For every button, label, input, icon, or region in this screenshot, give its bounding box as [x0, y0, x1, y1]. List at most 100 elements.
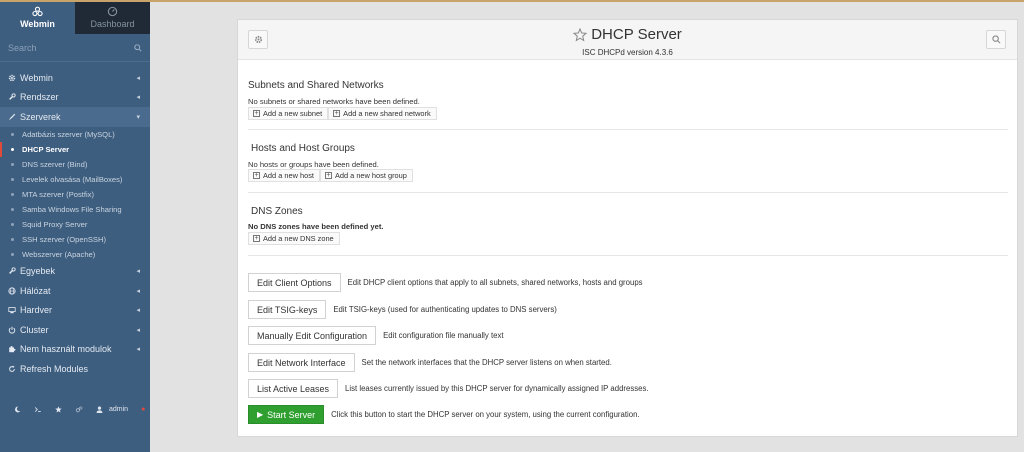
caret-left-icon: ◂: [136, 326, 140, 334]
search-icon[interactable]: [134, 43, 142, 52]
wrench-icon: [8, 93, 20, 101]
plus-icon: +: [253, 172, 260, 179]
add-subnet-link[interactable]: + Add a new subnet: [248, 107, 329, 120]
manually-edit-configuration-button[interactable]: Manually Edit Configuration: [248, 326, 377, 345]
start-server-label: Start Server: [267, 409, 316, 420]
tab-dashboard-label: Dashboard: [90, 19, 135, 29]
sidebar-item-label: Rendszer: [20, 92, 59, 103]
dns-links: + Add a new DNS zone: [248, 232, 1008, 245]
webmin-logo-icon: [32, 6, 43, 17]
sidebar-item-label: Szerverek: [20, 111, 61, 122]
sidebar-tabs: Webmin Dashboard: [0, 2, 150, 34]
favorite-star-icon[interactable]: [573, 27, 588, 42]
action-description: Edit TSIG-keys (used for authenticating …: [333, 305, 557, 314]
night-mode-icon[interactable]: [14, 406, 21, 413]
caret-left-icon: ◂: [136, 287, 140, 295]
dns-body: No DNS zones have been defined yet.: [248, 222, 1008, 231]
sidebar-item-cluster[interactable]: Cluster ◂: [0, 320, 150, 340]
sidebar-item-halozat[interactable]: Hálózat ◂: [0, 281, 150, 301]
sidebar-item-label: Hardver: [20, 305, 53, 316]
list-active-leases-button[interactable]: List Active Leases: [248, 379, 339, 398]
sidebar-submenu: Adatbázis szerver (MySQL) DHCP Server DN…: [0, 127, 150, 262]
action-description: Set the network interfaces that the DHCP…: [361, 358, 612, 367]
terminal-icon[interactable]: [34, 406, 42, 413]
subnets-links: + Add a new subnet + Add a new shared netw…: [248, 107, 1008, 120]
star-icon[interactable]: [55, 405, 62, 413]
action-description: Click this button to start the DHCP serv…: [331, 410, 640, 419]
sidebar-subitem-mysql[interactable]: Adatbázis szerver (MySQL): [0, 127, 150, 142]
sidebar-item-label: Webmin: [20, 72, 53, 83]
hosts-body: No hosts or groups have been defined.: [248, 160, 1008, 169]
add-dns-zone-link[interactable]: + Add a new DNS zone: [248, 232, 340, 245]
dashboard-gauge-icon: [107, 6, 118, 17]
action-row: Edit Network Interface Set the network i…: [248, 353, 612, 372]
edit-client-options-button[interactable]: Edit Client Options: [248, 273, 341, 292]
action-row: Edit Client Options Edit DHCP client opt…: [248, 273, 643, 292]
add-host-link[interactable]: + Add a new host: [248, 169, 320, 182]
caret-left-icon: ◂: [136, 346, 140, 354]
sidebar-item-label: Cluster: [20, 324, 49, 335]
add-host-group-link[interactable]: + Add a new host group: [319, 169, 413, 182]
dns-empty-text: No DNS zones have been defined yet.: [248, 222, 384, 231]
main-panel: DHCP Server ISC DHCPd version 4.3.6 Subn…: [237, 19, 1018, 437]
page-title-row: DHCP Server: [573, 26, 682, 43]
tab-dashboard[interactable]: Dashboard: [75, 2, 150, 34]
top-accent-strip: [0, 0, 1024, 2]
rocket-icon: [8, 113, 20, 121]
tab-webmin-label: Webmin: [20, 19, 55, 29]
dns-title: DNS Zones: [251, 206, 303, 217]
cogs-icon[interactable]: [75, 406, 83, 413]
hosts-title: Hosts and Host Groups: [251, 143, 355, 154]
action-description: Edit configuration file manually text: [383, 331, 504, 340]
sidebar-subitem-squid[interactable]: Squid Proxy Server: [0, 217, 150, 232]
sidebar-item-egyebek[interactable]: Egyebek ◂: [0, 262, 150, 282]
sidebar-subitem-postfix[interactable]: MTA szerver (Postfix): [0, 187, 150, 202]
sidebar-search: [0, 34, 150, 62]
refresh-icon: [8, 365, 20, 373]
edit-tsig-keys-button[interactable]: Edit TSIG-keys: [248, 300, 327, 319]
puzzle-icon: [8, 345, 20, 353]
sidebar-item-hardver[interactable]: Hardver ◂: [0, 301, 150, 321]
hosts-links: + Add a new host + Add a new host group: [248, 169, 1008, 182]
page-title: DHCP Server: [591, 26, 682, 43]
sidebar-subitem-bind[interactable]: DNS szerver (Bind): [0, 157, 150, 172]
start-server-button[interactable]: ▶ Start Server: [248, 405, 325, 424]
action-row: List Active Leases List leases currently…: [248, 379, 649, 398]
sidebar-search-input[interactable]: [8, 42, 118, 53]
subnets-section: Subnets and Shared Networks: [248, 80, 1008, 91]
divider: [248, 255, 1008, 256]
page-subtitle: ISC DHCPd version 4.3.6: [582, 47, 673, 57]
add-host-group-label: Add a new host group: [334, 171, 407, 180]
edit-network-interface-button[interactable]: Edit Network Interface: [248, 353, 355, 372]
action-row: ▶ Start Server Click this button to star…: [248, 405, 640, 424]
globe-icon: [8, 287, 20, 295]
sidebar-item-unused-modules[interactable]: Nem használt modulok ◂: [0, 340, 150, 360]
sidebar-subitem-apache[interactable]: Webszerver (Apache): [0, 247, 150, 262]
search-button[interactable]: [986, 30, 1006, 49]
sidebar-item-label: Egyebek: [20, 266, 56, 277]
sidebar-subitem-mailboxes[interactable]: Levelek olvasása (MailBoxes): [0, 172, 150, 187]
add-shared-network-link[interactable]: + Add a new shared network: [328, 107, 437, 120]
sidebar-subitem-ssh[interactable]: SSH szerver (OpenSSH): [0, 232, 150, 247]
tab-webmin[interactable]: Webmin: [0, 2, 75, 34]
action-description: Edit DHCP client options that apply to a…: [347, 278, 643, 287]
sidebar-item-webmin[interactable]: Webmin ◂: [0, 68, 150, 88]
sidebar-subitem-samba[interactable]: Samba Windows File Sharing: [0, 202, 150, 217]
caret-left-icon: ◂: [136, 268, 140, 276]
logout-icon[interactable]: ●: [141, 406, 145, 413]
plus-icon: +: [253, 235, 260, 242]
sidebar-subitem-dhcp[interactable]: DHCP Server: [0, 141, 150, 157]
sidebar-item-label: Hálózat: [20, 285, 51, 296]
sidebar-item-label: Refresh Modules: [20, 363, 89, 374]
subnets-title: Subnets and Shared Networks: [248, 80, 384, 91]
sidebar-item-refresh-modules[interactable]: Refresh Modules: [0, 359, 150, 379]
plus-icon: +: [253, 110, 260, 117]
power-icon: [8, 326, 20, 334]
sidebar-item-szerverek[interactable]: Szerverek ▾: [0, 107, 150, 127]
divider: [248, 129, 1008, 130]
caret-down-icon: ▾: [136, 113, 140, 121]
sidebar-item-rendszer[interactable]: Rendszer ◂: [0, 88, 150, 108]
hosts-empty-text: No hosts or groups have been defined.: [248, 160, 379, 169]
add-host-label: Add a new host: [263, 171, 314, 180]
user-name[interactable]: admin: [109, 406, 128, 413]
